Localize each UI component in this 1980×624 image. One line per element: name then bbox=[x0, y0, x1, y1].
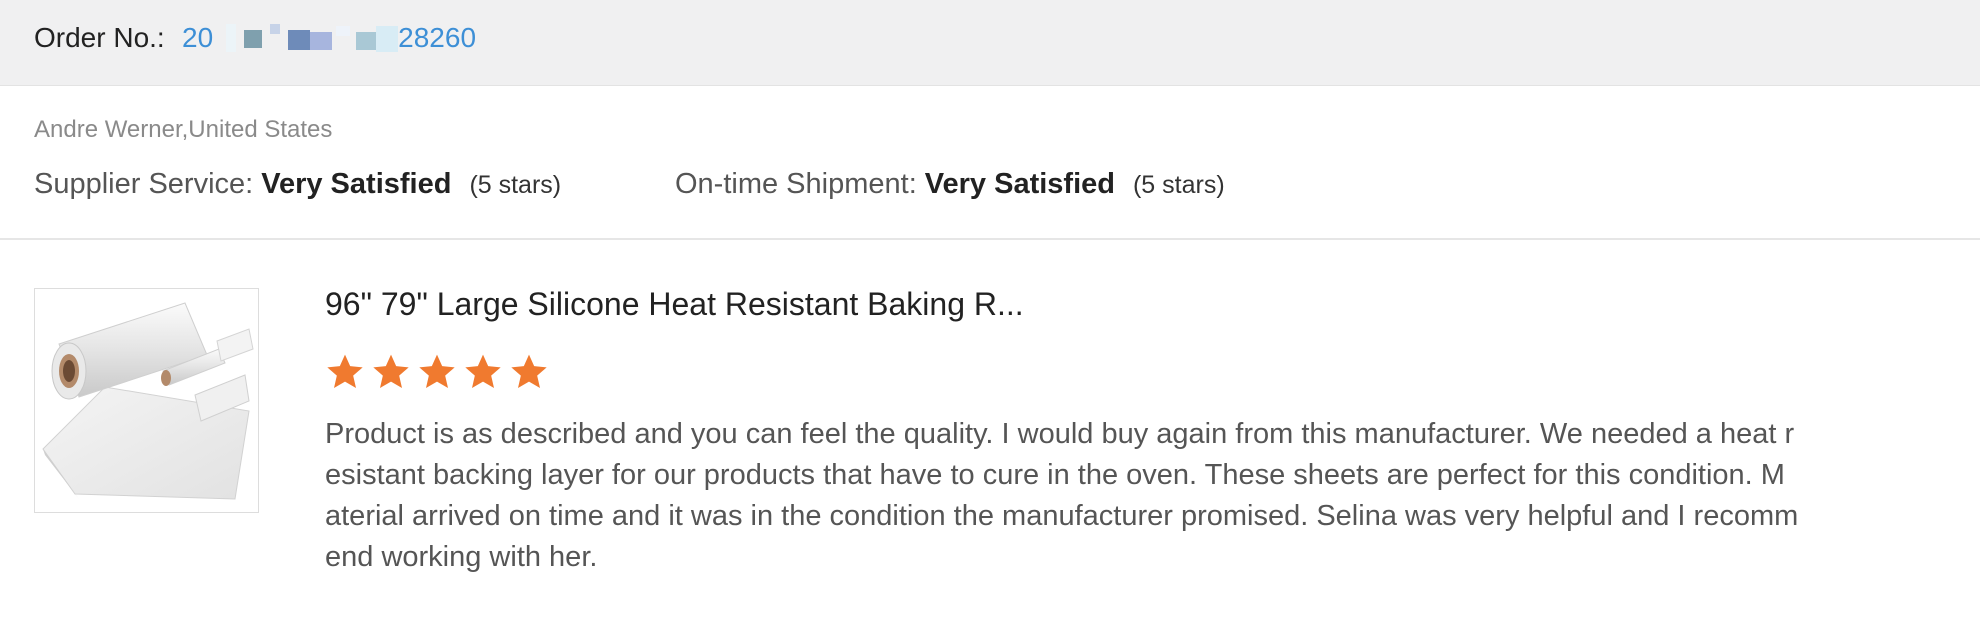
supplier-service-rating: Supplier Service: Very Satisfied (5 stars) bbox=[34, 166, 561, 203]
buyer-name-country: Andre Werner,United States bbox=[34, 116, 333, 143]
product-thumbnail[interactable] bbox=[34, 288, 259, 513]
star-icon bbox=[373, 354, 409, 388]
product-review: 96" 79" Large Silicone Heat Resistant Ba… bbox=[0, 240, 1980, 624]
product-title[interactable]: 96" 79" Large Silicone Heat Resistant Ba… bbox=[325, 284, 1024, 324]
ontime-shipment-label: On-time Shipment: bbox=[675, 168, 917, 200]
silicone-sheet-roll-image bbox=[42, 302, 254, 500]
order-number-prefix: 20 bbox=[182, 22, 214, 53]
review-text: Product is as described and you can feel… bbox=[325, 418, 1799, 573]
order-number-label: Order No.: bbox=[34, 22, 165, 53]
ontime-shipment-rating: On-time Shipment: Very Satisfied (5 stars) bbox=[675, 166, 1225, 203]
order-review-card: Order No.: 20 28260 Andre Werner,United S… bbox=[0, 0, 1980, 624]
supplier-service-stars: (5 stars) bbox=[469, 171, 562, 199]
supplier-service-label: Supplier Service: bbox=[34, 168, 254, 200]
redaction-mask bbox=[218, 24, 418, 54]
star-icon bbox=[327, 354, 363, 388]
star-icon bbox=[465, 354, 501, 388]
ontime-shipment-stars: (5 stars) bbox=[1132, 171, 1225, 199]
star-icon bbox=[419, 354, 455, 388]
ontime-shipment-value: Very Satisfied bbox=[924, 168, 1115, 200]
order-header: Order No.: 20 28260 bbox=[0, 0, 1980, 86]
supplier-service-value: Very Satisfied bbox=[261, 168, 452, 200]
star-icon bbox=[511, 354, 547, 388]
buyer-info: Andre Werner,United States Supplier Serv… bbox=[0, 86, 1980, 240]
review-star-rating bbox=[325, 352, 549, 392]
